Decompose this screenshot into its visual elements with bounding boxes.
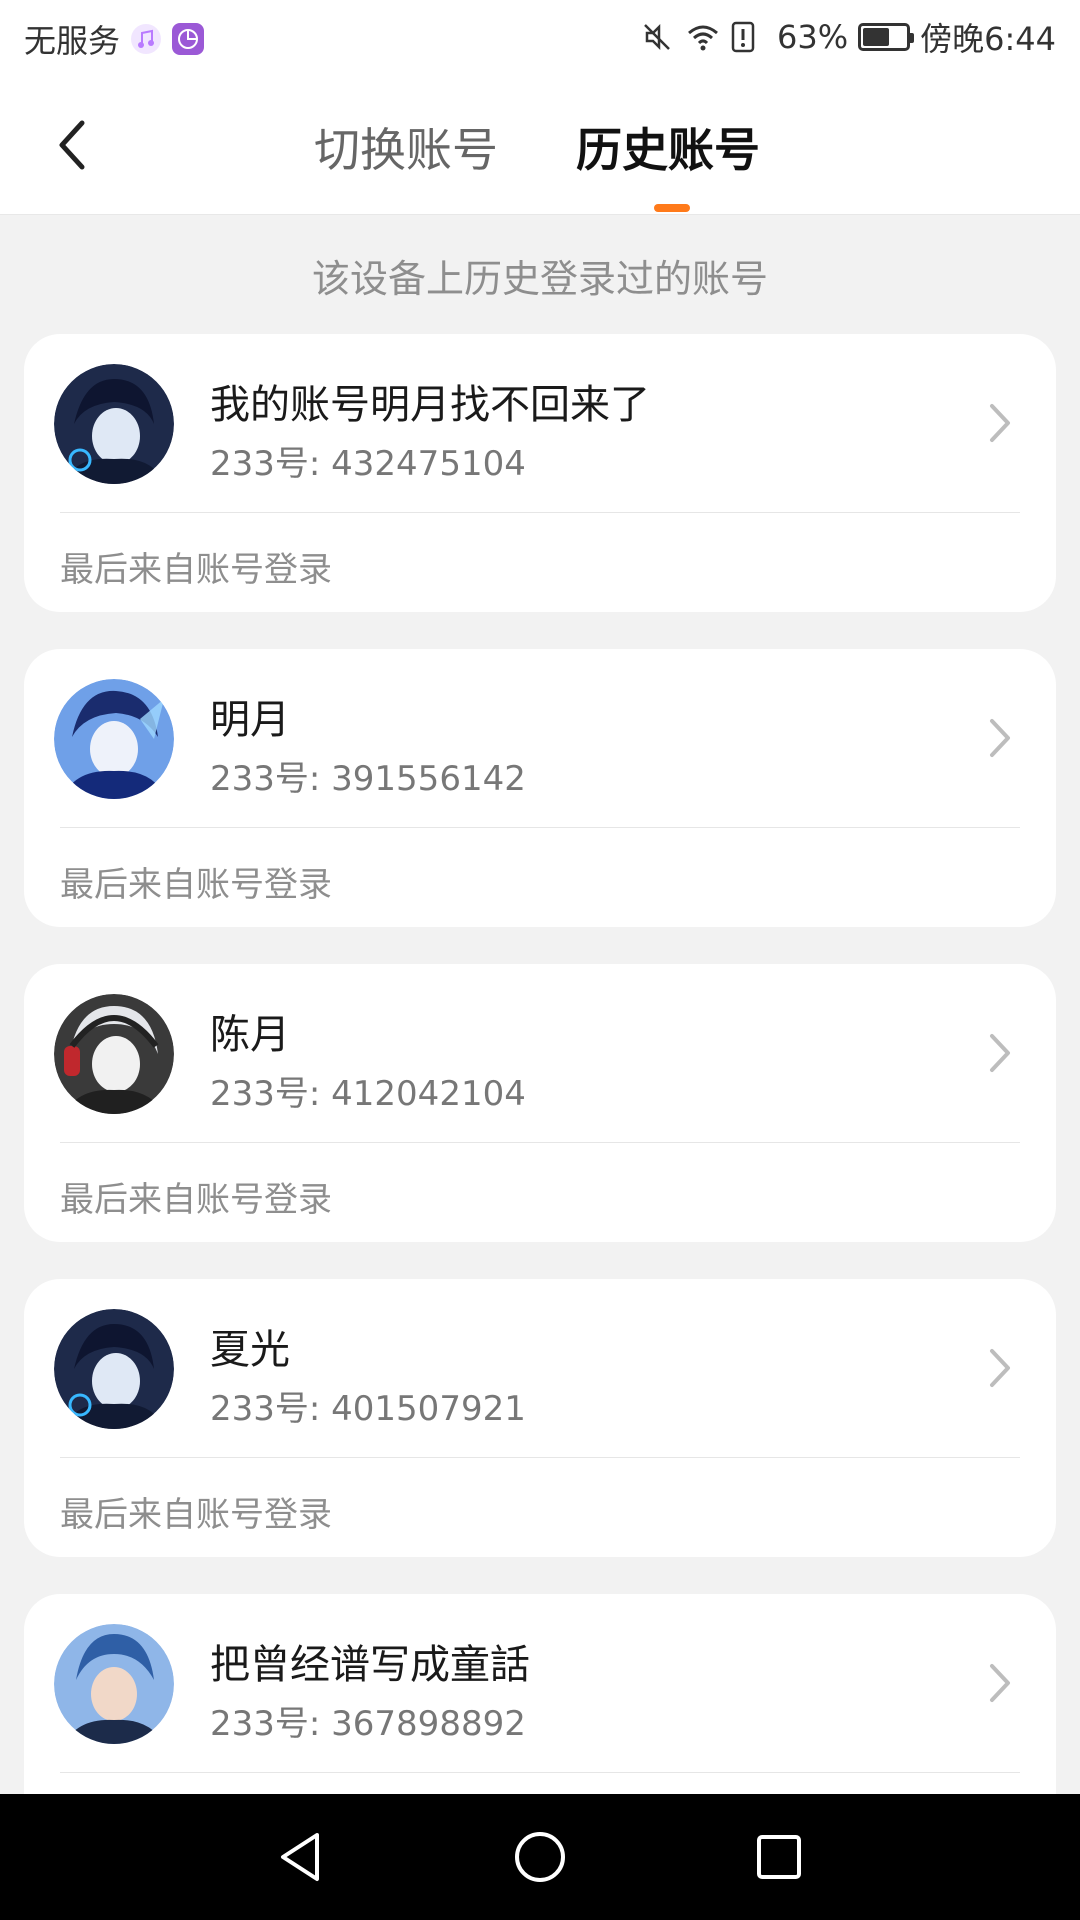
- section-subtitle: 该设备上历史登录过的账号: [311, 257, 768, 301]
- avatar: [54, 1309, 174, 1429]
- nav-back-button[interactable]: [266, 1822, 336, 1892]
- chevron-right-icon: [990, 1349, 1010, 1387]
- status-bar: 无服务 63% 傍晚6:44: [0, 0, 1080, 74]
- nav-recents-button[interactable]: [744, 1822, 814, 1892]
- system-navigation-bar: [0, 1794, 1080, 1920]
- mute-icon: [639, 19, 675, 55]
- avatar: [54, 679, 174, 799]
- app-icon: [172, 23, 205, 55]
- chevron-right-icon: [990, 1034, 1010, 1072]
- account-id: 233号: 367898892: [210, 1704, 526, 1744]
- divider: [60, 1142, 1020, 1143]
- account-name: 陈月: [210, 1012, 290, 1058]
- circle-home-icon: [515, 1832, 565, 1882]
- account-name: 把曾经谱写成童話: [210, 1642, 530, 1688]
- account-list: 我的账号明月找不回来了 233号: 432475104 最后来自账号登录 明月 …: [24, 334, 1056, 1909]
- account-name: 我的账号明月找不回来了: [210, 382, 650, 428]
- login-source: 最后来自账号登录: [60, 1180, 332, 1220]
- carrier-label: 无服务: [24, 22, 121, 60]
- chevron-left-icon: [59, 120, 85, 170]
- back-button[interactable]: [44, 110, 100, 180]
- divider: [60, 827, 1020, 828]
- account-name: 夏光: [210, 1327, 290, 1373]
- divider: [60, 1457, 1020, 1458]
- account-id: 233号: 412042104: [210, 1074, 526, 1114]
- top-header: 切换账号 历史账号: [0, 74, 1080, 215]
- avatar: [54, 994, 174, 1114]
- triangle-back-icon: [281, 1833, 319, 1881]
- divider: [60, 1772, 1020, 1773]
- chevron-right-icon: [990, 719, 1010, 757]
- avatar: [54, 364, 174, 484]
- divider: [60, 512, 1020, 513]
- square-recents-icon: [757, 1835, 801, 1879]
- account-id: 233号: 432475104: [210, 444, 526, 484]
- nav-home-button[interactable]: [505, 1822, 575, 1892]
- account-id: 233号: 391556142: [210, 759, 526, 799]
- tab-switch-account[interactable]: 切换账号: [314, 114, 498, 180]
- login-source: 最后来自账号登录: [60, 1495, 332, 1535]
- account-card[interactable]: 我的账号明月找不回来了 233号: 432475104 最后来自账号登录: [24, 334, 1056, 612]
- battery-cap: [910, 33, 915, 43]
- battery-percent: 63%: [777, 18, 849, 56]
- account-card[interactable]: 夏光 233号: 401507921 最后来自账号登录: [24, 1279, 1056, 1557]
- login-source: 最后来自账号登录: [60, 865, 332, 905]
- music-app-icon: [130, 23, 162, 55]
- account-id: 233号: 401507921: [210, 1389, 526, 1429]
- wifi-icon: [685, 19, 721, 55]
- chevron-right-icon: [990, 404, 1010, 442]
- status-time: 傍晚6:44: [920, 20, 1056, 58]
- battery-fill: [863, 28, 890, 46]
- alert-icon: [731, 19, 767, 55]
- battery-icon: [858, 23, 915, 51]
- avatar: [54, 1624, 174, 1744]
- account-name: 明月: [210, 697, 290, 743]
- account-card[interactable]: 明月 233号: 391556142 最后来自账号登录: [24, 649, 1056, 927]
- status-left: 无服务: [24, 16, 205, 62]
- account-card[interactable]: 陈月 233号: 412042104 最后来自账号登录: [24, 964, 1056, 1242]
- status-right: 63% 傍晚6:44: [639, 14, 1056, 60]
- tab-history-account[interactable]: 历史账号: [576, 114, 760, 180]
- tab-indicator: [654, 204, 690, 212]
- chevron-right-icon: [990, 1664, 1010, 1702]
- login-source: 最后来自账号登录: [60, 550, 332, 590]
